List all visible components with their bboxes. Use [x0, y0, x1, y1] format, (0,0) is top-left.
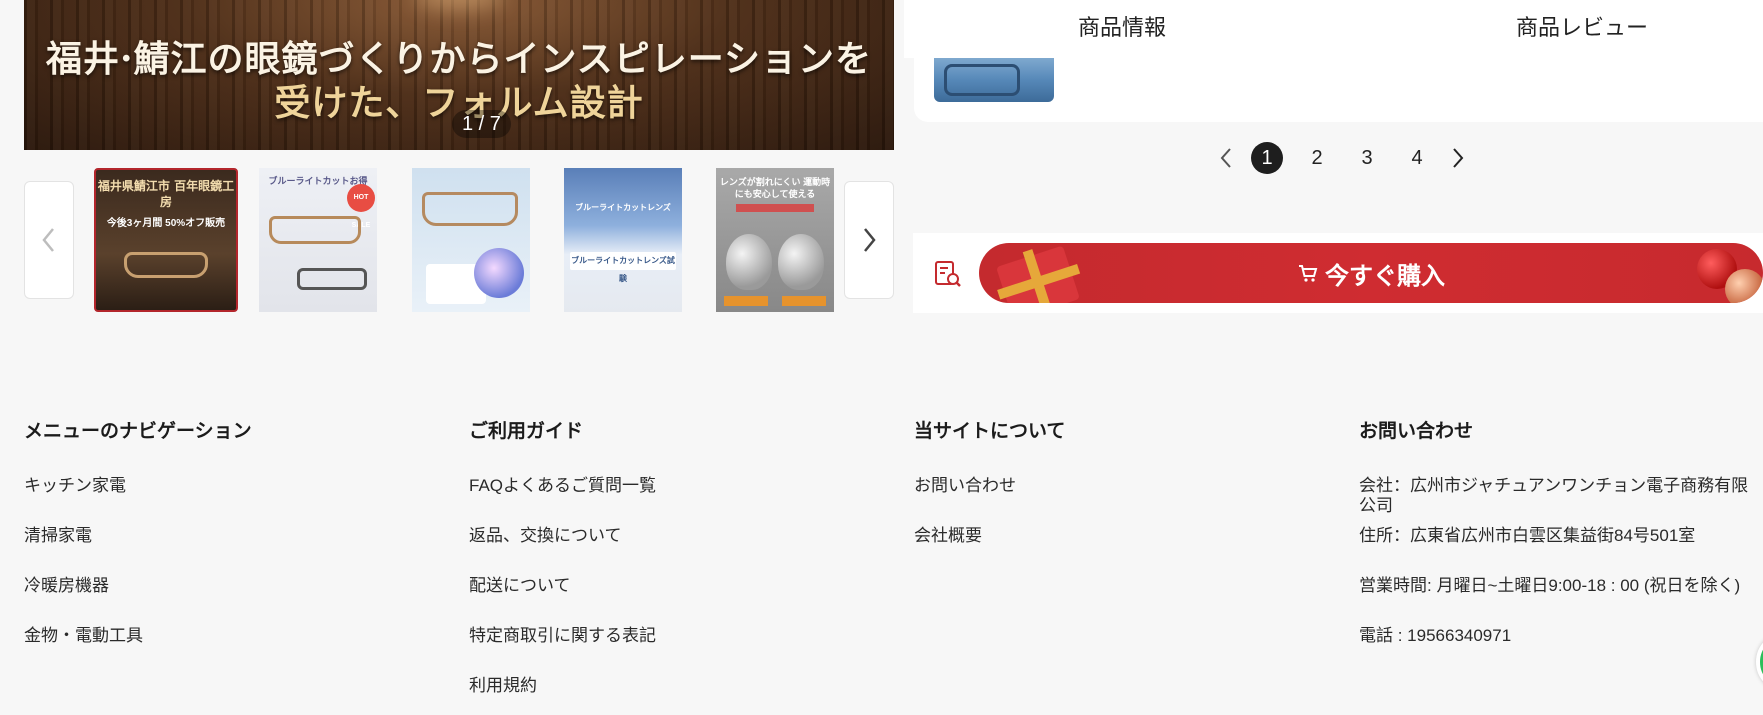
footer-link[interactable]: 配送について — [469, 576, 656, 626]
page-2[interactable]: 2 — [1301, 142, 1333, 174]
thumbnail-prev-button[interactable] — [24, 181, 74, 299]
review-pagination: 1 2 3 4 — [1210, 142, 1474, 174]
buy-now-label: 今すぐ購入 — [1325, 262, 1445, 290]
label-chip — [782, 296, 826, 306]
cart-icon — [1299, 265, 1318, 282]
thumbnail-4-caption: ブルーライトカットレンズ試験 — [570, 252, 676, 283]
tab-product-info[interactable]: 商品情報 — [1078, 10, 1166, 42]
lens-orb — [474, 248, 524, 298]
label-chip — [724, 296, 768, 306]
chevron-right-icon — [864, 228, 876, 252]
chevron-left-icon — [42, 228, 54, 252]
thumbnail-1[interactable]: 福井県鯖江市 百年眼鏡工房 今後3ヶ月間 50%オフ販売 — [94, 168, 238, 312]
page-3[interactable]: 3 — [1351, 142, 1383, 174]
thumbnail-5-title: レンズが割れにくい 運動時にも安心して使える — [719, 177, 831, 199]
footer-heading: 当サイトについて — [914, 421, 1066, 442]
footer-link[interactable]: お問い合わせ — [914, 476, 1065, 526]
thumbnail-3[interactable] — [412, 168, 530, 312]
footer-link[interactable]: 冷暖房機器 — [24, 576, 252, 626]
buy-now-button[interactable]: 今すぐ購入 — [979, 243, 1763, 303]
thumbnail-5-band — [736, 204, 814, 212]
footer-heading: お問い合わせ — [1359, 421, 1474, 442]
thumbnail-next-button[interactable] — [844, 181, 894, 299]
footer-link[interactable]: 特定商取引に関する表記 — [469, 626, 656, 676]
footer-heading: メニューのナビゲーション — [24, 421, 252, 442]
page-next-button[interactable] — [1442, 142, 1474, 174]
gift-decoration — [996, 245, 1080, 303]
product-hero-image[interactable]: 福井·鯖江の眼鏡づくりからインスピレーションを 受けた、フォルム設計 1 / 7 — [24, 0, 894, 150]
footer-link[interactable]: 清掃家電 — [24, 526, 252, 576]
chevron-left-icon — [1220, 148, 1231, 168]
lens-image — [778, 234, 824, 290]
review-photo[interactable] — [934, 58, 1054, 102]
footer-heading: ご利用ガイド — [469, 421, 584, 442]
glasses-image — [124, 252, 208, 278]
thumbnail-1-title: 福井県鯖江市 百年眼鏡工房 — [97, 179, 235, 209]
page-1[interactable]: 1 — [1251, 142, 1283, 174]
thumbnail-4-title: ブルーライトカットレンズ — [575, 203, 671, 212]
glasses-image — [297, 268, 367, 290]
footer-contact: お問い合わせ 会社：広州市ジャチュアンワンチョン電子商務有限公司 住所：広東省広… — [1359, 416, 1763, 676]
slide-counter: 1 / 7 — [452, 110, 511, 138]
chevron-right-icon — [1453, 148, 1464, 168]
footer-link[interactable]: 会社概要 — [914, 526, 1065, 576]
contact-phone: 電話 : 19566340971 — [1359, 626, 1512, 645]
glasses-image — [422, 192, 518, 226]
lens-image — [726, 234, 772, 290]
thumbnail-4[interactable]: ブルーライトカットレンズ ブルーライトカットレンズ試験 — [564, 168, 682, 312]
footer-link[interactable]: 金物・電動工具 — [24, 626, 252, 676]
footer-link[interactable]: 利用規約 — [469, 676, 656, 715]
page-4[interactable]: 4 — [1401, 142, 1433, 174]
contact-hours: 営業時間: 月曜日~土曜日9:00-18 : 00 (祝日を除く) — [1359, 576, 1741, 595]
document-search-icon[interactable] — [933, 259, 963, 289]
footer-about-site: 当サイトについて お問い合わせ 会社概要 — [914, 416, 1065, 576]
footer-link[interactable]: FAQよくあるご質問一覧 — [469, 476, 656, 526]
hero-light — [414, 0, 504, 10]
contact-address: 住所：広東省広州市白雲区集益街84号501室 — [1359, 526, 1696, 545]
thumbnail-5[interactable]: レンズが割れにくい 運動時にも安心して使える — [716, 168, 834, 312]
footer-menu-navigation: メニューのナビゲーション キッチン家電 清掃家電 冷暖房機器 金物・電動工具 — [24, 416, 252, 676]
tab-product-reviews[interactable]: 商品レビュー — [1516, 10, 1648, 42]
ornament-decoration — [1725, 269, 1763, 303]
product-tabs: 商品情報 商品レビュー — [904, 0, 1763, 58]
footer-link[interactable]: 返品、交換について — [469, 526, 656, 576]
footer-link[interactable]: キッチン家電 — [24, 476, 252, 526]
footer-usage-guide: ご利用ガイド FAQよくあるご質問一覧 返品、交換について 配送について 特定商… — [469, 416, 656, 715]
thumbnail-2[interactable]: ブルーライトカットお得 HOT SALE — [259, 168, 377, 312]
purchase-bar: 今すぐ購入 — [913, 233, 1763, 313]
thumbnail-1-subtitle: 今後3ヶ月間 50%オフ販売 — [106, 218, 226, 229]
glasses-image — [269, 216, 361, 244]
page-prev-button[interactable] — [1210, 142, 1242, 174]
hot-sale-badge: HOT SALE — [347, 184, 375, 229]
review-card — [914, 58, 1763, 122]
contact-company: 会社：広州市ジャチュアンワンチョン電子商務有限公司 — [1359, 476, 1749, 515]
